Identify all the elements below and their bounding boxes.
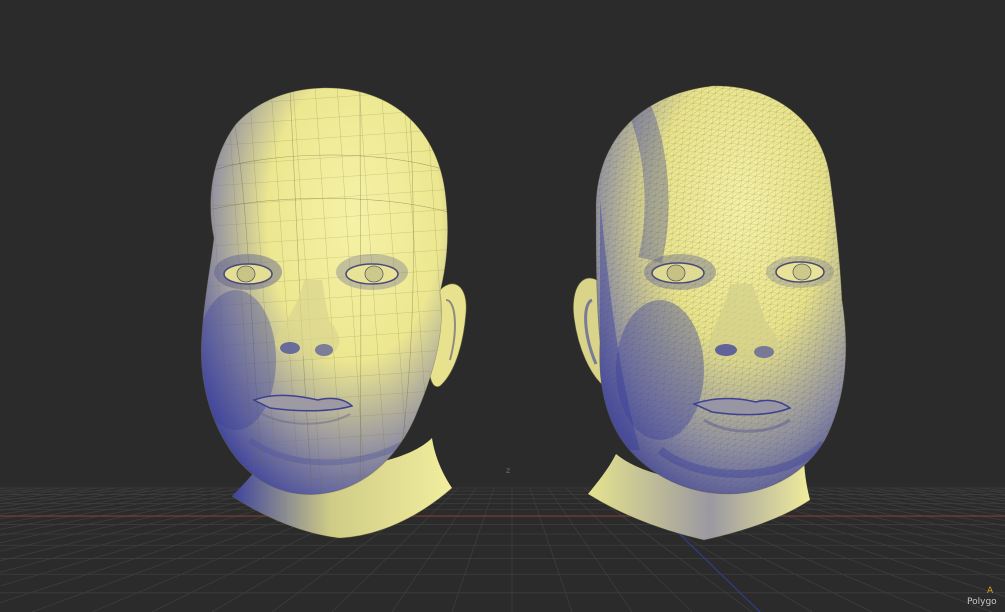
pivot-marker-label: z	[506, 466, 511, 475]
floor-grid-line	[0, 487, 207, 525]
hud-mode-indicator: A	[987, 586, 994, 596]
triangulated-head[interactable]	[573, 80, 850, 541]
floor-grid-line	[0, 487, 135, 508]
floor-grid-line	[0, 487, 279, 552]
viewport-hud: A Polygo	[965, 586, 1005, 608]
hud-polygon-info: Polygo	[967, 597, 997, 607]
quad-topology-head[interactable]	[190, 80, 470, 539]
floor-grid	[0, 487, 1005, 612]
viewport-scene[interactable]	[0, 0, 1005, 612]
3d-viewport[interactable]: z A Polygo	[0, 0, 1005, 612]
floor-grid-line	[529, 487, 573, 612]
floor-grid-line	[451, 487, 495, 612]
floor-grid-line	[0, 487, 81, 499]
